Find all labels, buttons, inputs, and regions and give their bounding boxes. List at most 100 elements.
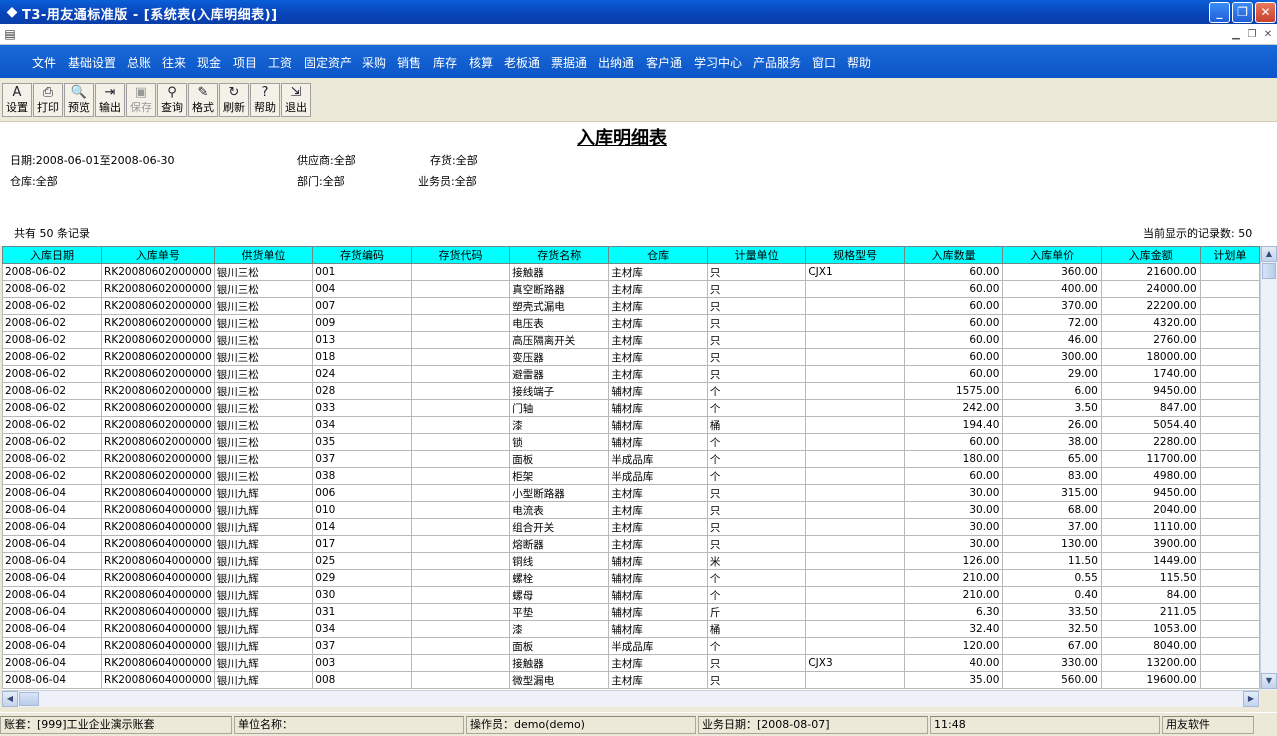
table-cell[interactable]: 2008-06-02 bbox=[2, 399, 103, 417]
table-cell[interactable]: 银川三松 bbox=[213, 467, 314, 485]
table-cell[interactable] bbox=[1199, 620, 1260, 638]
table-cell[interactable] bbox=[1199, 518, 1260, 536]
table-cell[interactable]: 主材库 bbox=[608, 314, 708, 332]
table-cell[interactable] bbox=[410, 552, 511, 570]
table-cell[interactable]: 330.00 bbox=[1002, 654, 1102, 672]
table-cell[interactable] bbox=[1199, 671, 1260, 689]
table-cell[interactable]: 006 bbox=[312, 484, 412, 502]
table-cell[interactable]: 120.00 bbox=[903, 637, 1004, 655]
child-restore-button[interactable]: ❐ bbox=[1245, 28, 1259, 41]
table-cell[interactable]: 2280.00 bbox=[1100, 433, 1201, 451]
table-row[interactable]: 2008-06-04 RK20080604000000 银川九辉 025 铜线 辅材库米 1… bbox=[2, 552, 1260, 570]
column-header[interactable]: 存货代码 bbox=[410, 246, 511, 264]
table-cell[interactable] bbox=[805, 433, 905, 451]
table-cell[interactable]: 008 bbox=[312, 671, 412, 689]
table-cell[interactable]: RK20080602000000 bbox=[101, 433, 215, 451]
table-cell[interactable]: 真空断路器 bbox=[509, 280, 610, 298]
table-cell[interactable]: 035 bbox=[312, 433, 412, 451]
menu-item-3[interactable]: 往来 bbox=[162, 54, 186, 71]
table-row[interactable]: 2008-06-04 RK20080604000000 银川九辉 010 电流表 主材库只… bbox=[2, 501, 1260, 519]
table-cell[interactable]: 0.55 bbox=[1002, 569, 1102, 587]
table-cell[interactable]: 面板 bbox=[509, 450, 610, 468]
table-cell[interactable]: 400.00 bbox=[1002, 280, 1102, 298]
table-cell[interactable] bbox=[1199, 297, 1260, 315]
table-cell[interactable]: 接触器 bbox=[509, 263, 610, 281]
table-cell[interactable] bbox=[1199, 314, 1260, 332]
table-row[interactable]: 2008-06-02 RK20080602000000 银川三松 018 变压器 主材库只… bbox=[2, 348, 1260, 366]
table-cell[interactable]: 6.30 bbox=[903, 603, 1004, 621]
menu-item-17[interactable]: 产品服务 bbox=[753, 54, 801, 71]
table-cell[interactable]: 30.00 bbox=[903, 484, 1004, 502]
table-cell[interactable]: 11700.00 bbox=[1100, 450, 1201, 468]
table-cell[interactable]: RK20080604000000 bbox=[101, 484, 215, 502]
table-cell[interactable]: 30.00 bbox=[903, 535, 1004, 553]
table-cell[interactable]: 银川九辉 bbox=[213, 637, 314, 655]
column-header[interactable]: 供货单位 bbox=[213, 246, 314, 264]
table-row[interactable]: 2008-06-02 RK20080602000000 银川三松 028 接线端子 辅材库… bbox=[2, 382, 1260, 400]
table-cell[interactable]: 22200.00 bbox=[1100, 297, 1201, 315]
table-cell[interactable] bbox=[805, 501, 905, 519]
table-cell[interactable]: 塑壳式漏电 bbox=[509, 297, 610, 315]
table-cell[interactable]: RK20080604000000 bbox=[101, 637, 215, 655]
table-cell[interactable]: 3900.00 bbox=[1100, 535, 1201, 553]
table-cell[interactable]: 电流表 bbox=[509, 501, 610, 519]
table-cell[interactable] bbox=[805, 569, 905, 587]
table-cell[interactable]: 辅材库 bbox=[608, 620, 708, 638]
table-cell[interactable]: RK20080604000000 bbox=[101, 654, 215, 672]
data-grid[interactable]: 入库日期 入库单号 供货单位 存货编码 存货代码 存货名称 仓库 计量单位 规格型号 入库数量 入库… bbox=[2, 246, 1260, 690]
column-header[interactable]: 入库金额 bbox=[1100, 246, 1201, 264]
table-cell[interactable]: RK20080602000000 bbox=[101, 416, 215, 434]
table-cell[interactable] bbox=[410, 382, 511, 400]
table-cell[interactable]: 2008-06-04 bbox=[2, 637, 103, 655]
table-cell[interactable]: 2008-06-04 bbox=[2, 620, 103, 638]
table-cell[interactable]: 004 bbox=[312, 280, 412, 298]
table-cell[interactable]: 主材库 bbox=[608, 671, 708, 689]
table-cell[interactable]: 银川九辉 bbox=[213, 654, 314, 672]
table-cell[interactable]: 银川九辉 bbox=[213, 620, 314, 638]
table-cell[interactable]: 个 bbox=[706, 569, 807, 587]
table-cell[interactable]: 电压表 bbox=[509, 314, 610, 332]
table-cell[interactable] bbox=[805, 620, 905, 638]
table-cell[interactable]: 柜架 bbox=[509, 467, 610, 485]
table-cell[interactable]: 辅材库 bbox=[608, 399, 708, 417]
table-cell[interactable]: 辅材库 bbox=[608, 433, 708, 451]
table-row[interactable]: 2008-06-02 RK20080602000000 银川三松 009 电压表 主材库只… bbox=[2, 314, 1260, 332]
table-cell[interactable] bbox=[805, 671, 905, 689]
table-cell[interactable]: RK20080602000000 bbox=[101, 348, 215, 366]
table-cell[interactable]: RK20080602000000 bbox=[101, 382, 215, 400]
table-cell[interactable] bbox=[410, 467, 511, 485]
table-cell[interactable]: 银川三松 bbox=[213, 314, 314, 332]
table-cell[interactable]: 025 bbox=[312, 552, 412, 570]
table-cell[interactable]: 斤 bbox=[706, 603, 807, 621]
table-cell[interactable]: 65.00 bbox=[1002, 450, 1102, 468]
table-cell[interactable]: RK20080604000000 bbox=[101, 620, 215, 638]
table-cell[interactable] bbox=[1199, 603, 1260, 621]
table-cell[interactable]: 60.00 bbox=[903, 331, 1004, 349]
table-cell[interactable]: 029 bbox=[312, 569, 412, 587]
table-cell[interactable] bbox=[805, 297, 905, 315]
table-cell[interactable]: 18000.00 bbox=[1100, 348, 1201, 366]
table-cell[interactable]: 桶 bbox=[706, 416, 807, 434]
table-cell[interactable]: 300.00 bbox=[1002, 348, 1102, 366]
table-cell[interactable]: 030 bbox=[312, 586, 412, 604]
menu-item-14[interactable]: 出纳通 bbox=[598, 54, 634, 71]
column-header[interactable]: 仓库 bbox=[608, 246, 708, 264]
table-cell[interactable]: 60.00 bbox=[903, 348, 1004, 366]
table-cell[interactable]: 银川九辉 bbox=[213, 501, 314, 519]
table-cell[interactable]: 26.00 bbox=[1002, 416, 1102, 434]
table-cell[interactable]: 2760.00 bbox=[1100, 331, 1201, 349]
menu-item-15[interactable]: 客户通 bbox=[646, 54, 682, 71]
table-cell[interactable]: 主材库 bbox=[608, 297, 708, 315]
table-cell[interactable]: RK20080604000000 bbox=[101, 569, 215, 587]
table-cell[interactable] bbox=[805, 586, 905, 604]
table-cell[interactable]: 60.00 bbox=[903, 365, 1004, 383]
table-cell[interactable]: 3.50 bbox=[1002, 399, 1102, 417]
table-row[interactable]: 2008-06-04 RK20080604000000 银川九辉 037 面板 半成品库个… bbox=[2, 637, 1260, 655]
table-cell[interactable]: 35.00 bbox=[903, 671, 1004, 689]
table-cell[interactable] bbox=[410, 501, 511, 519]
table-cell[interactable]: 小型断路器 bbox=[509, 484, 610, 502]
table-cell[interactable]: 4320.00 bbox=[1100, 314, 1201, 332]
table-cell[interactable]: 037 bbox=[312, 450, 412, 468]
vertical-scrollbar[interactable]: ▲ ▼ bbox=[1260, 246, 1277, 690]
table-cell[interactable] bbox=[410, 654, 511, 672]
